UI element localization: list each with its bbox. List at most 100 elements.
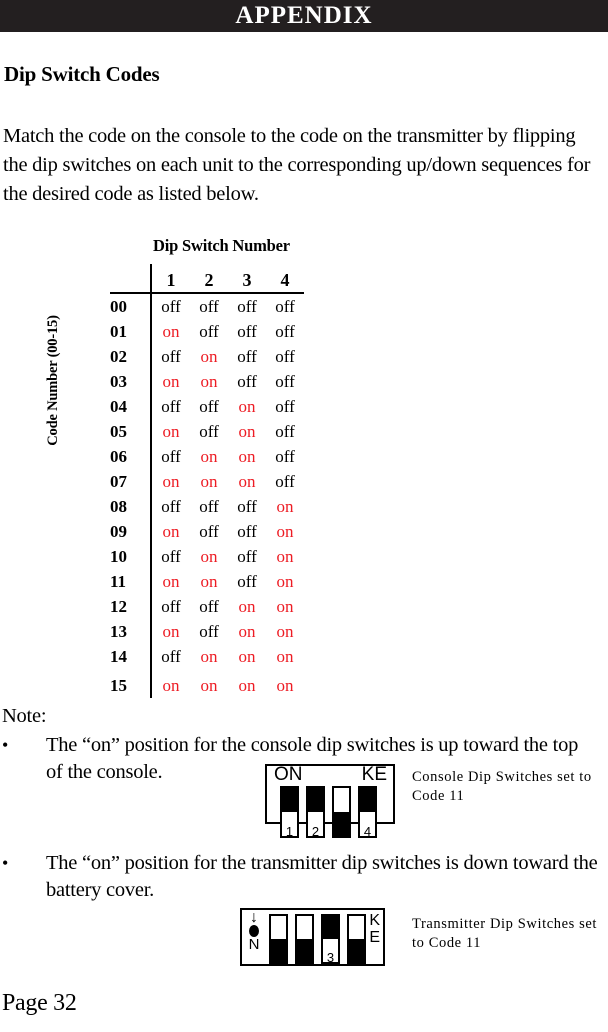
dip-switch-number-3: 3 [326, 950, 335, 965]
transmitter-n-label: N [248, 936, 260, 953]
transmitter-on-direction-marker: ↓ N [246, 909, 262, 953]
switch-state-cell-4: on [276, 621, 294, 641]
switch-state-cell-4: off [275, 421, 295, 441]
switch-state-cell-2: off [199, 621, 219, 641]
switch-state-cell-3: on [238, 596, 256, 616]
dip-switch-knob [308, 788, 323, 812]
row-group-label: Code Number (00-15) [45, 315, 61, 446]
appendix-title: APPENDIX [235, 2, 373, 29]
switch-state-cell-3: off [237, 321, 257, 341]
transmitter-e-label: E [369, 929, 380, 946]
page-title: Dip Switch Codes [4, 62, 160, 86]
table-row: 13 on off on on [110, 619, 304, 644]
dip-switch-knob [360, 788, 375, 812]
switch-state-cell-1: on [162, 321, 180, 341]
transmitter-k-label: K [369, 912, 380, 929]
switch-state-cell-1: off [161, 596, 181, 616]
switch-state-cell-1: off [161, 646, 181, 666]
code-number-cell: 13 [110, 619, 152, 644]
switch-state-cell-4: off [275, 371, 295, 391]
switch-state-cell-3: on [238, 646, 256, 666]
switch-state-cell-1: off [161, 496, 181, 516]
switch-state-cell-3: off [237, 496, 257, 516]
dip-switch-knob [323, 916, 338, 939]
switch-state-cell-1: off [161, 296, 181, 316]
table-row: 08 off off off on [110, 494, 304, 519]
switch-state-cell-3: off [237, 346, 257, 366]
table-row: 06 off on on off [110, 444, 304, 469]
switch-state-cell-2: off [199, 296, 219, 316]
table-row: 09 on off off on [110, 519, 304, 544]
dip-switch-number-4: 4 [363, 824, 372, 839]
table-row: 05 on off on off [110, 419, 304, 444]
code-number-cell: 14 [110, 644, 152, 669]
switch-state-cell-2: off [199, 496, 219, 516]
dip-switch-number-1: 1 [274, 950, 283, 965]
code-number-cell: 11 [110, 569, 152, 594]
transmitter-figure-caption: Transmitter Dip Switches set to Code 11 [412, 916, 598, 951]
switch-state-cell-1: on [162, 471, 180, 491]
switch-state-cell-2: off [199, 321, 219, 341]
code-number-cell: 12 [110, 594, 152, 619]
switch-state-cell-2: on [200, 471, 218, 491]
switch-header-1: 1 [151, 264, 190, 294]
switch-state-cell-2: on [200, 371, 218, 391]
dip-switch-number-3: 3 [337, 824, 346, 839]
code-number-cell: 03 [110, 369, 152, 394]
console-figure-caption: Console Dip Switches set to Code 11 [412, 769, 592, 804]
switch-state-cell-2: off [199, 596, 219, 616]
switch-state-cell-3: off [237, 546, 257, 566]
transmitter-ke-label: K E [369, 912, 380, 946]
code-number-cell: 05 [110, 419, 152, 444]
table-row: 07 on on on off [110, 469, 304, 494]
switch-state-cell-2: on [200, 571, 218, 591]
arrow-down-icon: ↓ [250, 909, 258, 926]
switch-state-cell-3: on [238, 446, 256, 466]
code-number-cell: 10 [110, 544, 152, 569]
table-header-row: 1 2 3 4 [110, 264, 304, 294]
table-row: 04 off off on off [110, 394, 304, 419]
switch-state-cell-1: off [161, 346, 181, 366]
switch-state-cell-1: on [162, 571, 180, 591]
page-number: Page 32 [2, 990, 77, 1016]
table-row: 11 on on off on [110, 569, 304, 594]
switch-state-cell-3: on [238, 621, 256, 641]
console-ke-label: KE [361, 764, 387, 785]
code-number-cell: 02 [110, 344, 152, 369]
code-number-cell: 00 [110, 293, 152, 319]
dip-switch-code-table: 1 2 3 4 00 off off off off 01 on off off off 02 off… [110, 264, 304, 698]
code-number-cell: 09 [110, 519, 152, 544]
switch-state-cell-3: off [237, 521, 257, 541]
code-number-cell: 15 [110, 669, 152, 698]
table-row: 10 off on off on [110, 544, 304, 569]
switch-state-cell-2: on [200, 446, 218, 466]
switch-header-2: 2 [190, 264, 228, 294]
table-row: 15 on on on on [110, 669, 304, 698]
table-row: 00 off off off off [110, 293, 304, 319]
switch-state-cell-3: off [237, 371, 257, 391]
transmitter-dip-switch-figure: ↓ N K E 1 2 3 4 [240, 908, 385, 966]
switch-state-cell-4: off [275, 446, 295, 466]
list-item: • The “on” position for the transmitter … [2, 850, 602, 904]
switch-state-cell-3: on [238, 471, 256, 491]
switch-state-cell-4: off [275, 321, 295, 341]
switch-state-cell-1: on [162, 421, 180, 441]
switch-state-cell-3: on [238, 421, 256, 441]
switch-state-cell-1: on [162, 521, 180, 541]
switch-state-cell-3: on [238, 396, 256, 416]
code-number-cell: 07 [110, 469, 152, 494]
switch-state-cell-2: on [200, 346, 218, 366]
switch-state-cell-4: on [276, 521, 294, 541]
table-row: 02 off on off off [110, 344, 304, 369]
switch-state-cell-2: off [199, 421, 219, 441]
switch-state-cell-1: off [161, 546, 181, 566]
console-dip-switch-box: ON KE 1 2 3 4 [265, 764, 395, 839]
switch-header-4: 4 [266, 264, 304, 294]
table-row: 01 on off off off [110, 319, 304, 344]
note-item-text: The “on” position for the transmitter di… [46, 852, 598, 901]
code-column-header [110, 264, 152, 294]
switch-state-cell-1: on [162, 371, 180, 391]
switch-state-cell-2: off [199, 521, 219, 541]
switch-state-cell-3: on [238, 675, 256, 695]
switch-state-cell-4: on [276, 546, 294, 566]
